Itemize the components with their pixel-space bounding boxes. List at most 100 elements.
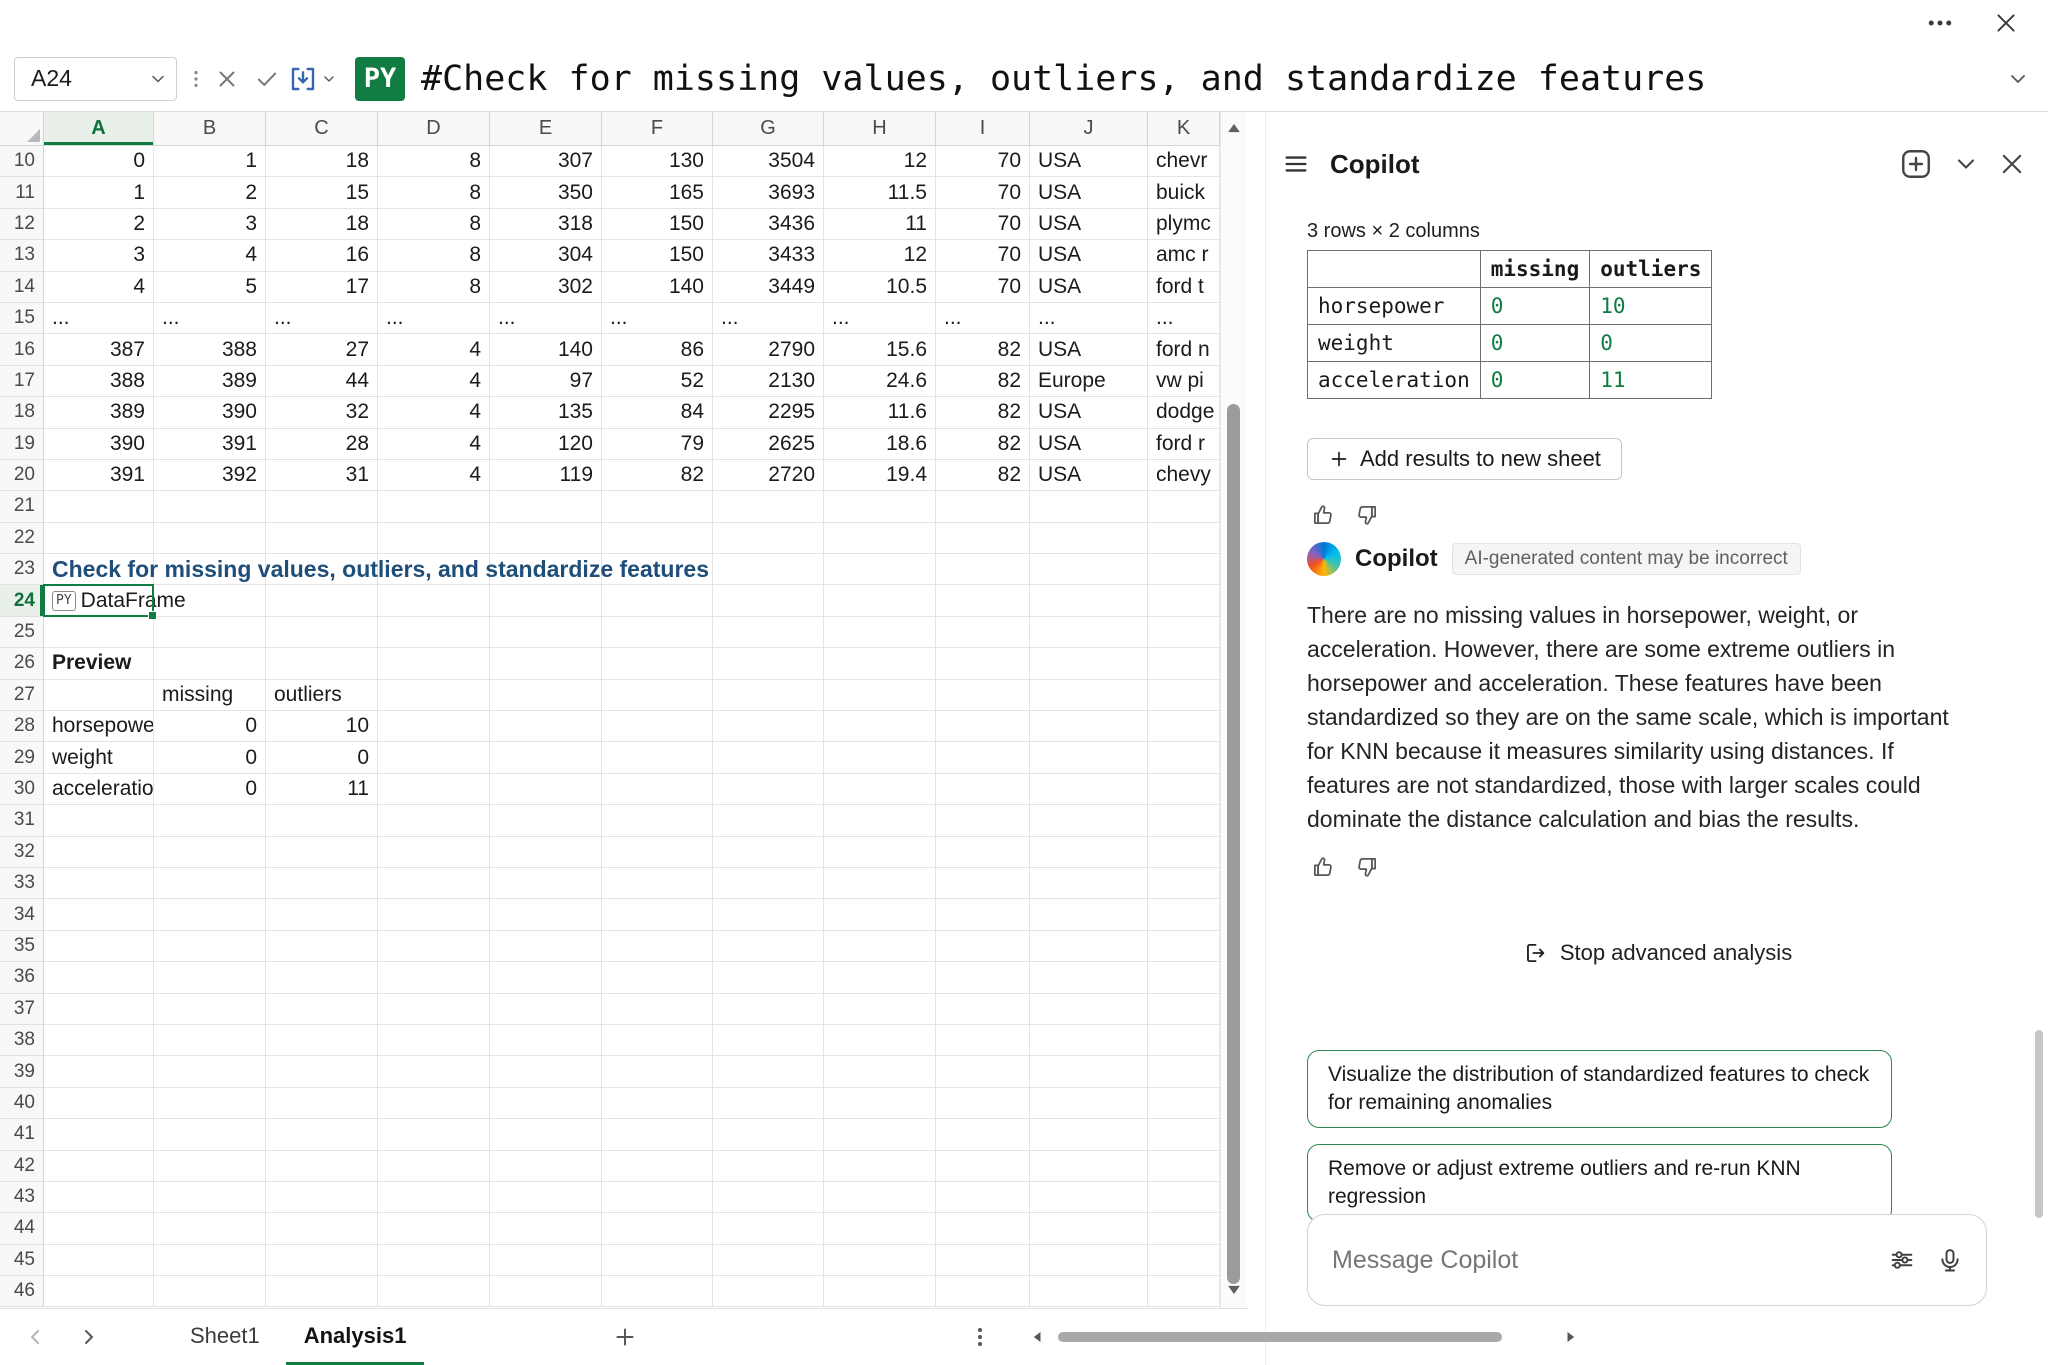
sheet-nav-next-icon[interactable] [76, 1325, 100, 1349]
grid-cell[interactable]: 8 [378, 177, 490, 208]
grid-cell[interactable]: outliers [266, 680, 378, 711]
grid-cell[interactable] [602, 1151, 713, 1182]
row-header[interactable]: 19 [0, 429, 44, 460]
vertical-scrollbar[interactable] [1220, 112, 1246, 1308]
grid-cell[interactable] [490, 1213, 602, 1244]
grid-cell[interactable]: 31 [266, 460, 378, 491]
grid-cell[interactable] [44, 962, 154, 993]
grid-cell[interactable] [154, 899, 266, 930]
grid-cell[interactable] [44, 994, 154, 1025]
grid-cell[interactable] [1148, 680, 1220, 711]
grid-cell[interactable] [266, 994, 378, 1025]
grid-cell[interactable] [1030, 931, 1148, 962]
grid-cell[interactable] [1030, 711, 1148, 742]
stop-analysis-button[interactable]: Stop advanced analysis [1522, 940, 1792, 966]
grid-cell[interactable] [602, 1213, 713, 1244]
grid-cell[interactable]: 27 [266, 334, 378, 365]
thumbs-up-icon[interactable] [1310, 502, 1336, 528]
grid-cell[interactable]: 2130 [713, 366, 824, 397]
grid-cell[interactable] [602, 1276, 713, 1307]
grid-cell[interactable] [490, 868, 602, 899]
grid-cell[interactable]: 3449 [713, 272, 824, 303]
grid-cell[interactable] [378, 805, 490, 836]
grid-cell[interactable] [602, 523, 713, 554]
column-header[interactable]: E [490, 112, 602, 146]
grid-cell[interactable] [266, 1025, 378, 1056]
grid-cell[interactable]: 82 [936, 460, 1030, 491]
new-chat-icon[interactable] [1898, 146, 1934, 182]
grid-cell[interactable] [713, 554, 824, 585]
grid-cell[interactable] [936, 868, 1030, 899]
grid-cell[interactable] [713, 585, 824, 616]
grid-cell[interactable]: ... [936, 303, 1030, 334]
grid-cell[interactable] [713, 523, 824, 554]
grid-cell[interactable]: 79 [602, 429, 713, 460]
grid-cell[interactable]: 4 [154, 240, 266, 271]
grid-cell[interactable] [936, 994, 1030, 1025]
grid-cell[interactable] [824, 585, 936, 616]
grid-cell[interactable] [1148, 837, 1220, 868]
row-header[interactable]: 27 [0, 680, 44, 711]
grid-cell[interactable]: 0 [266, 742, 378, 773]
grid-cell[interactable] [44, 523, 154, 554]
grid-cell[interactable] [154, 1088, 266, 1119]
grid-cell[interactable] [824, 742, 936, 773]
vertical-scrollbar-thumb[interactable] [1227, 404, 1240, 1284]
tools-icon[interactable] [1888, 1246, 1916, 1274]
row-header[interactable]: 34 [0, 899, 44, 930]
row-header[interactable]: 13 [0, 240, 44, 271]
scroll-up-icon[interactable] [1224, 118, 1244, 138]
grid-cell[interactable]: 17 [266, 272, 378, 303]
grid-cell[interactable] [1030, 1056, 1148, 1087]
row-header[interactable]: 42 [0, 1151, 44, 1182]
row-header[interactable]: 11 [0, 177, 44, 208]
grid-cell[interactable]: 11 [266, 774, 378, 805]
column-header[interactable]: B [154, 112, 266, 146]
grid-cell[interactable] [1148, 585, 1220, 616]
grid-cell[interactable]: Check for missing values, outliers, and … [44, 554, 154, 585]
grid-cell[interactable]: USA [1030, 177, 1148, 208]
grid-cell[interactable] [378, 1276, 490, 1307]
horizontal-scrollbar-thumb[interactable] [1058, 1332, 1502, 1342]
fill-handle[interactable] [148, 611, 157, 620]
grid-cell[interactable]: 11.5 [824, 177, 936, 208]
row-header[interactable]: 21 [0, 491, 44, 522]
grid-cell[interactable] [936, 1056, 1030, 1087]
grid-cell[interactable] [154, 962, 266, 993]
grid-cell[interactable] [824, 931, 936, 962]
grid-cell[interactable]: 8 [378, 209, 490, 240]
grid-cell[interactable] [266, 868, 378, 899]
grid-cell[interactable] [824, 805, 936, 836]
grid-cell[interactable] [1148, 742, 1220, 773]
grid-cell[interactable] [1030, 617, 1148, 648]
grid-cell[interactable]: 4 [378, 429, 490, 460]
grid-cell[interactable] [44, 931, 154, 962]
row-header[interactable]: 32 [0, 837, 44, 868]
grid-cell[interactable] [1148, 554, 1220, 585]
grid-cell[interactable] [378, 680, 490, 711]
grid-cell[interactable] [266, 491, 378, 522]
grid-cell[interactable] [154, 931, 266, 962]
grid-cell[interactable] [936, 1088, 1030, 1119]
grid-cell[interactable] [154, 1276, 266, 1307]
grid-cell[interactable]: ford r [1148, 429, 1220, 460]
hscroll-right-icon[interactable] [1560, 1327, 1580, 1347]
row-header[interactable]: 26 [0, 648, 44, 679]
grid-cell[interactable] [154, 1025, 266, 1056]
grid-cell[interactable]: plymc [1148, 209, 1220, 240]
grid-cell[interactable] [713, 617, 824, 648]
column-header[interactable]: J [1030, 112, 1148, 146]
suggestion-chip[interactable]: Visualize the distribution of standardiz… [1307, 1050, 1892, 1128]
grid-cell[interactable] [936, 1182, 1030, 1213]
grid-cell[interactable] [378, 1056, 490, 1087]
grid-cell[interactable] [490, 648, 602, 679]
grid-cell[interactable]: 4 [378, 397, 490, 428]
grid-cell[interactable] [490, 837, 602, 868]
row-header[interactable]: 36 [0, 962, 44, 993]
grid-cell[interactable] [378, 1088, 490, 1119]
grid-cell[interactable]: buick [1148, 177, 1220, 208]
grid-cell[interactable] [1148, 931, 1220, 962]
grid-cell[interactable] [44, 680, 154, 711]
grid-cell[interactable]: 52 [602, 366, 713, 397]
grid-cell[interactable]: 86 [602, 334, 713, 365]
